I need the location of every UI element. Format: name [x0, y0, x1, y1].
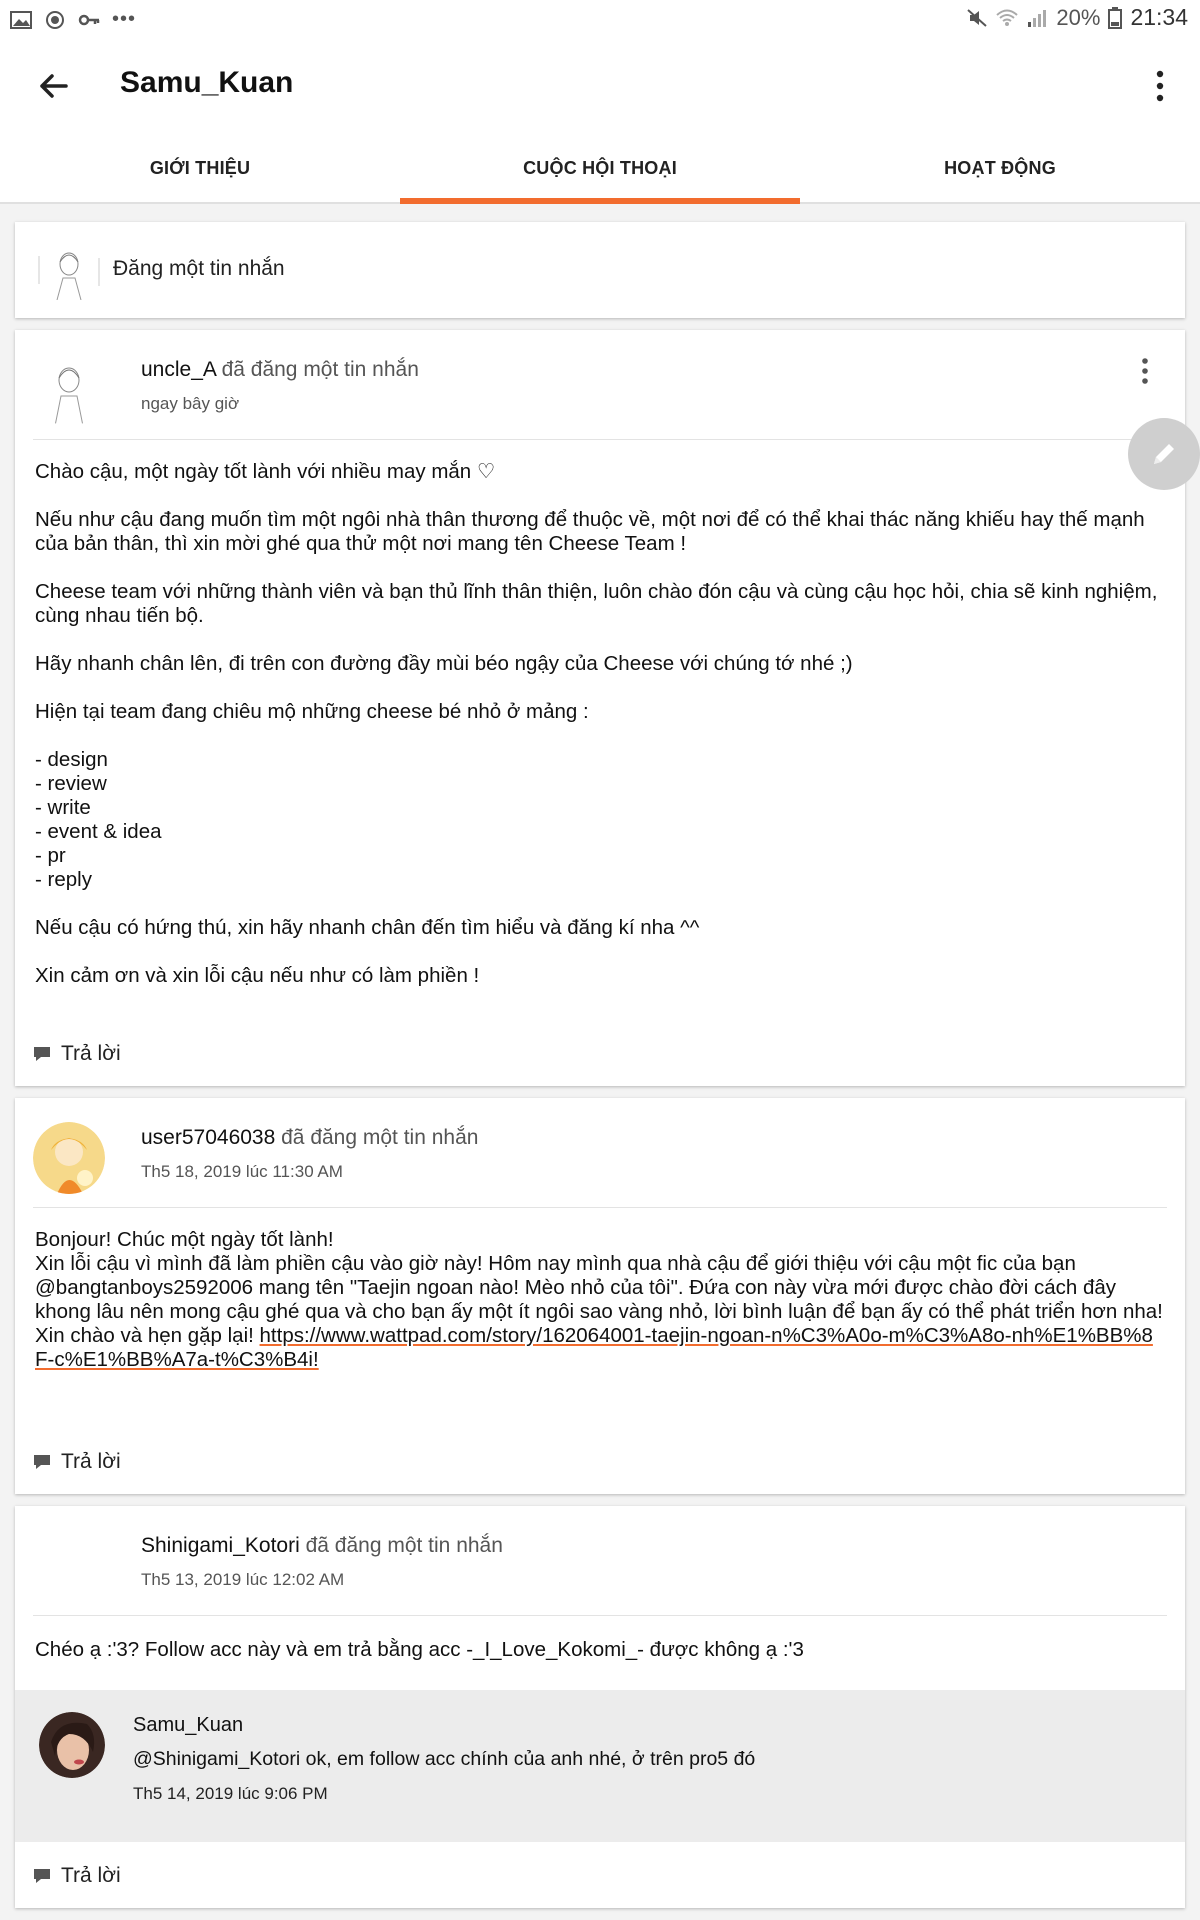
- user-avatar[interactable]: [33, 1122, 105, 1194]
- message-author-line: uncle_A đã đăng một tin nhắn: [141, 358, 419, 382]
- message-timestamp: Th5 13, 2019 lúc 12:02 AM: [141, 1570, 345, 1589]
- message-timestamp: Th5 18, 2019 lúc 11:30 AM: [141, 1162, 343, 1181]
- message-paragraph: Xin cảm ơn và xin lỗi cậu nếu như có làm…: [35, 964, 480, 987]
- reply-thread: Samu_Kuan @Shinigami_Kotori ok, em follo…: [15, 1690, 1185, 1842]
- reply-button[interactable]: Trả lời: [33, 1042, 121, 1066]
- tab-conversations[interactable]: CUỘC HỘI THOẠI: [400, 130, 800, 204]
- comment-icon: [34, 1047, 50, 1061]
- clock: 21:34: [1130, 4, 1188, 30]
- status-bar: ••• 20% 21:34: [0, 0, 1200, 38]
- mute-icon: [967, 8, 988, 27]
- message-paragraph: Nếu cậu có hứng thú, xin hãy nhanh chân …: [35, 916, 700, 939]
- reply-label: Trả lời: [61, 1042, 121, 1065]
- compose-fab[interactable]: [1128, 418, 1200, 490]
- action-text: đã đăng một tin nhắn: [215, 358, 419, 381]
- tab-bar: GIỚI THIỆU CUỘC HỘI THOẠI HOẠT ĐỘNG: [0, 130, 1200, 204]
- image-icon: [10, 10, 32, 29]
- key-icon: [78, 14, 100, 25]
- app-bar: Samu_Kuan: [0, 38, 1200, 130]
- author-name[interactable]: Shinigami_Kotori: [141, 1534, 300, 1557]
- message-paragraph: Hãy nhanh chân lên, đi trên con đường đầ…: [35, 652, 853, 675]
- message-paragraph: Hiện tại team đang chiêu mộ những cheese…: [35, 700, 589, 723]
- message-paragraph: Nếu như cậu đang muốn tìm một ngôi nhà t…: [35, 508, 1145, 555]
- message-paragraph: Chào cậu, một ngày tốt lành với nhiều ma…: [35, 460, 496, 483]
- message-line: Chéo ạ :'3? Follow acc này và em trả bằn…: [35, 1638, 804, 1661]
- reply-text: @Shinigami_Kotori ok, em follow acc chín…: [133, 1748, 756, 1770]
- message-header: Shinigami_Kotori đã đăng một tin nhắn Th…: [33, 1506, 1167, 1616]
- message-author-line: user57046038 đã đăng một tin nhắn: [141, 1126, 478, 1150]
- message-body: Chéo ạ :'3? Follow acc này và em trả bằn…: [15, 1616, 1185, 1662]
- reply-timestamp: Th5 14, 2019 lúc 9:06 PM: [133, 1784, 328, 1803]
- compose-placeholder: Đăng một tin nhắn: [113, 257, 285, 280]
- message-card: uncle_A đã đăng một tin nhắn ngay bây gi…: [15, 330, 1185, 1086]
- author-name[interactable]: user57046038: [141, 1126, 275, 1149]
- message-line: Xin lỗi cậu vì mình đã làm phiền cậu vào…: [35, 1252, 1163, 1323]
- reply-label: Trả lời: [61, 1450, 121, 1473]
- vpn-icon: [46, 10, 64, 29]
- message-paragraph: Cheese team với những thành viên và bạn …: [35, 580, 1158, 627]
- user-avatar[interactable]: [33, 354, 105, 426]
- message-header: user57046038 đã đăng một tin nhắn Th5 18…: [33, 1098, 1167, 1208]
- reply-avatar[interactable]: [39, 1712, 105, 1778]
- reply-button[interactable]: Trả lời: [33, 1450, 121, 1474]
- more-dots-icon: •••: [112, 8, 137, 30]
- page-title: Samu_Kuan: [120, 66, 294, 99]
- message-body: Bonjour! Chúc một ngày tốt lành! Xin lỗi…: [15, 1208, 1185, 1372]
- user-avatar[interactable]: [33, 1530, 105, 1602]
- message-card: Shinigami_Kotori đã đăng một tin nhắn Th…: [15, 1506, 1185, 1908]
- message-line: Xin chào và hẹn gặp lại! https://www.wat…: [35, 1324, 1165, 1372]
- comment-icon: [34, 1455, 50, 1469]
- reply-label: Trả lời: [61, 1864, 121, 1887]
- user-avatar: [38, 252, 100, 300]
- overflow-menu-icon[interactable]: [1148, 64, 1172, 108]
- message-menu-icon[interactable]: [1139, 356, 1151, 386]
- tab-activity[interactable]: HOẠT ĐỘNG: [800, 130, 1200, 202]
- battery-percent: 20%: [1056, 4, 1101, 30]
- action-text: đã đăng một tin nhắn: [275, 1126, 479, 1149]
- comment-icon: [34, 1869, 50, 1883]
- tab-about[interactable]: GIỚI THIỆU: [0, 130, 400, 202]
- action-text: đã đăng một tin nhắn: [299, 1534, 503, 1557]
- message-header: uncle_A đã đăng một tin nhắn ngay bây gi…: [33, 330, 1167, 440]
- reply-author[interactable]: Samu_Kuan: [133, 1714, 243, 1737]
- message-list: - design - review - write - event & idea…: [35, 748, 162, 891]
- battery-icon: [1108, 6, 1123, 29]
- wifi-icon: [996, 9, 1019, 26]
- pencil-icon: [1154, 444, 1174, 464]
- message-body: Chào cậu, một ngày tốt lành với nhiều ma…: [15, 440, 1185, 988]
- message-text: Xin chào và hẹn gặp lại!: [35, 1324, 260, 1347]
- message-author-line: Shinigami_Kotori đã đăng một tin nhắn: [141, 1534, 503, 1558]
- message-line: Bonjour! Chúc một ngày tốt lành!: [35, 1228, 334, 1251]
- reply-button[interactable]: Trả lời: [33, 1864, 121, 1888]
- signal-icon: [1028, 9, 1047, 27]
- author-name[interactable]: uncle_A: [141, 358, 216, 381]
- back-arrow-icon[interactable]: [30, 64, 78, 108]
- message-timestamp: ngay bây giờ: [141, 394, 240, 413]
- compose-card[interactable]: Đăng một tin nhắn: [15, 222, 1185, 318]
- message-card: user57046038 đã đăng một tin nhắn Th5 18…: [15, 1098, 1185, 1494]
